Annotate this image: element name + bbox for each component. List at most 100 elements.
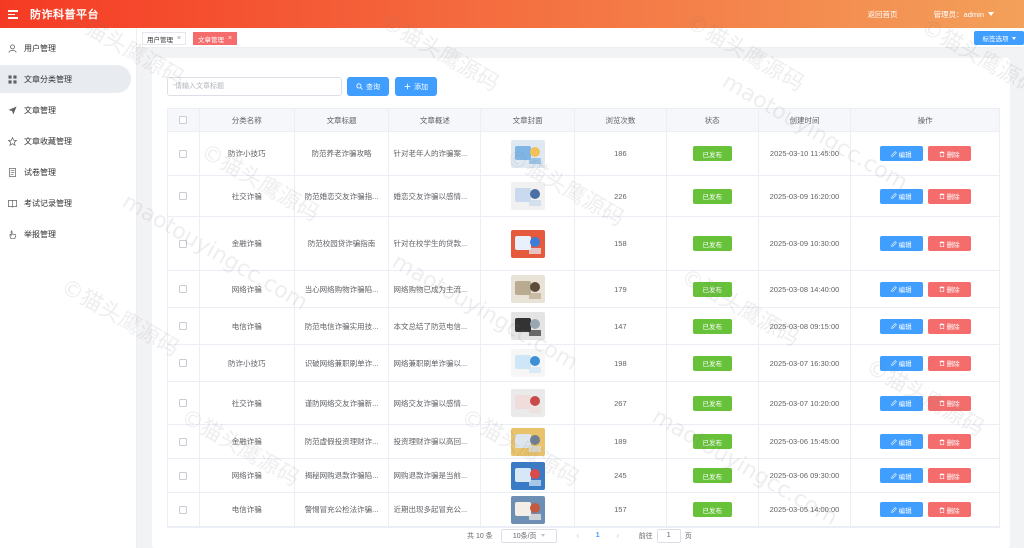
tab-users[interactable]: 用户管理 × [142, 32, 187, 45]
header-category[interactable]: 分类名称 [200, 109, 295, 131]
sidebar-item-exams[interactable]: 试卷管理 [0, 158, 131, 186]
edit-button[interactable]: 编辑 [879, 281, 923, 297]
status-badge[interactable]: 已发布 [692, 318, 732, 334]
article-table: 分类名称 文章标题 文章概述 文章封面 浏览次数 状态 创建时间 操作 防诈小技… [167, 108, 1000, 528]
article-cover-image[interactable] [510, 182, 545, 210]
close-icon[interactable]: × [177, 35, 181, 42]
sidebar-item-favorites[interactable]: 文章收藏管理 [0, 127, 131, 155]
cell-actions: 编辑 删除 [851, 493, 999, 526]
edit-button[interactable]: 编辑 [879, 236, 923, 251]
delete-button[interactable]: 删除 [927, 146, 971, 161]
delete-button[interactable]: 删除 [927, 355, 971, 371]
article-cover-image[interactable] [510, 461, 545, 490]
status-badge[interactable]: 已发布 [692, 468, 732, 483]
cell-summary: 针对在校学生的贷款... [389, 217, 482, 270]
status-badge[interactable]: 已发布 [692, 236, 732, 251]
delete-button[interactable]: 删除 [927, 502, 971, 517]
delete-label: 删除 [946, 151, 960, 159]
row-checkbox-cell [168, 217, 200, 270]
sidebar-item-exam-records[interactable]: 考试记录管理 [0, 189, 131, 217]
header-views[interactable]: 浏览次数 [575, 109, 667, 131]
status-badge[interactable]: 已发布 [692, 146, 732, 161]
article-cover-image[interactable] [510, 495, 545, 524]
edit-button[interactable]: 编辑 [879, 395, 923, 411]
admin-dropdown[interactable]: 管理员：admin [934, 9, 994, 20]
delete-button[interactable]: 删除 [927, 318, 971, 334]
header-cover[interactable]: 文章封面 [481, 109, 576, 131]
query-button[interactable]: 查询 [347, 77, 389, 96]
add-button[interactable]: 添加 [395, 77, 437, 96]
page-number-current[interactable]: 1 [591, 532, 605, 539]
close-icon[interactable]: × [228, 35, 232, 42]
row-checkbox[interactable] [179, 399, 188, 407]
status-badge[interactable]: 已发布 [692, 355, 732, 371]
delete-button[interactable]: 删除 [927, 468, 971, 483]
row-checkbox[interactable] [179, 149, 188, 158]
pagination: 共 10 条 10条/页 ‹ 1 › 前往 1 页 [467, 528, 692, 543]
status-badge[interactable]: 已发布 [692, 188, 732, 204]
goto-page-input[interactable]: 1 [656, 528, 681, 543]
sidebar-item-users[interactable]: 用户管理 [0, 34, 131, 62]
row-checkbox[interactable] [179, 437, 188, 446]
header-title[interactable]: 文章标题 [295, 109, 390, 131]
cell-summary: 网络交友诈骗以感情... [389, 382, 482, 424]
created-text: 2025-03-05 14:00:00 [769, 505, 840, 514]
article-cover-image[interactable] [510, 312, 545, 340]
status-badge[interactable]: 已发布 [692, 281, 732, 297]
status-badge[interactable]: 已发布 [692, 502, 732, 517]
delete-button[interactable]: 删除 [927, 236, 971, 251]
delete-label: 删除 [946, 507, 960, 515]
article-cover-image[interactable] [510, 349, 545, 377]
edit-button[interactable]: 编辑 [879, 355, 923, 371]
cell-summary: 近期出现多起冒充公... [389, 493, 482, 526]
cell-created: 2025-03-09 16:20:00 [759, 176, 852, 216]
table-row: 金融诈骗 防范虚假投资理财诈... 投资理财诈骗以高回... 189 已发布 2… [168, 425, 999, 459]
edit-button[interactable]: 编辑 [879, 468, 923, 483]
article-cover-image[interactable] [510, 427, 545, 456]
search-input[interactable] [167, 77, 342, 96]
next-page-icon[interactable]: › [611, 531, 625, 540]
sidebar-item-articles[interactable]: 文章管理 [0, 96, 131, 124]
cell-cover [481, 459, 576, 492]
tab-articles[interactable]: 文章管理 × [193, 32, 238, 45]
page-size-select[interactable]: 10条/页 [500, 528, 557, 543]
row-checkbox[interactable] [179, 239, 188, 248]
row-checkbox[interactable] [179, 322, 188, 330]
prev-page-icon[interactable]: ‹ [571, 531, 585, 540]
sidebar-item-label: 举报管理 [24, 229, 56, 239]
edit-button[interactable]: 编辑 [879, 318, 923, 334]
delete-button[interactable]: 删除 [927, 281, 971, 297]
row-checkbox[interactable] [179, 471, 188, 480]
row-checkbox[interactable] [179, 505, 188, 514]
header-created[interactable]: 创建时间 [759, 109, 852, 131]
article-cover-image[interactable] [510, 229, 545, 258]
sidebar-item-reports[interactable]: 举报管理 [0, 220, 131, 248]
table-row: 电信诈骗 警惕冒充公检法诈骗... 近期出现多起冒充公... 157 已发布 2… [168, 493, 999, 527]
article-cover-image[interactable] [510, 275, 545, 303]
sidebar-item-article-categories[interactable]: 文章分类管理 [0, 65, 131, 93]
row-checkbox[interactable] [179, 192, 188, 200]
article-cover-image[interactable] [510, 139, 545, 168]
row-checkbox[interactable] [179, 359, 188, 367]
status-badge[interactable]: 已发布 [692, 434, 732, 449]
header-status[interactable]: 状态 [667, 109, 759, 131]
edit-button[interactable]: 编辑 [879, 434, 923, 449]
cell-status: 已发布 [667, 308, 759, 344]
edit-button[interactable]: 编辑 [879, 502, 923, 517]
article-cover-image[interactable] [510, 389, 545, 417]
cell-created: 2025-03-09 10:30:00 [759, 217, 852, 270]
status-badge[interactable]: 已发布 [692, 395, 732, 411]
delete-button[interactable]: 删除 [927, 434, 971, 449]
menu-toggle-icon[interactable] [8, 9, 20, 19]
select-all-checkbox[interactable] [179, 116, 188, 124]
header-summary[interactable]: 文章概述 [389, 109, 482, 131]
home-link[interactable]: 返回首页 [868, 9, 898, 20]
edit-button[interactable]: 编辑 [879, 146, 923, 161]
row-checkbox-cell [168, 382, 200, 424]
delete-button[interactable]: 删除 [927, 188, 971, 204]
delete-button[interactable]: 删除 [927, 395, 971, 411]
row-checkbox[interactable] [179, 285, 188, 293]
edit-button[interactable]: 编辑 [879, 188, 923, 204]
tab-options-button[interactable]: 标签选项 [974, 31, 1024, 45]
delete-label: 删除 [946, 324, 960, 331]
